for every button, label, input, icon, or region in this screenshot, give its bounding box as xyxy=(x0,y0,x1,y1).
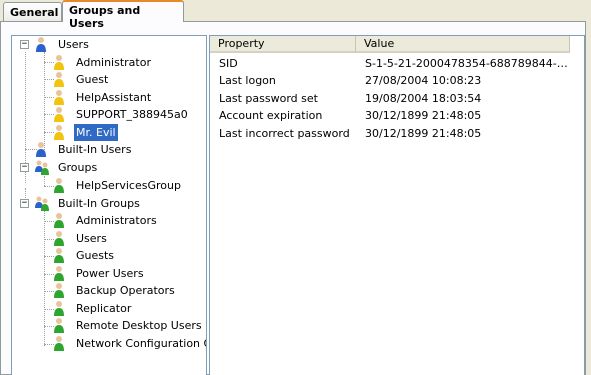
column-header-property[interactable]: Property xyxy=(210,36,356,53)
tree-label: HelpAssistant xyxy=(76,91,152,104)
user-green-icon xyxy=(54,178,64,193)
property-row[interactable]: SID S-1-5-21-2000478354-688789844-1708… xyxy=(210,55,570,72)
tree-label: Built-In Users xyxy=(58,143,132,156)
tree-label: HelpServicesGroup xyxy=(76,179,181,192)
property-value: 27/08/2004 10:08:23 xyxy=(365,74,482,87)
tree-label: Guest xyxy=(76,73,109,86)
tree-label: Groups xyxy=(58,161,98,174)
tree-label: Built-In Groups xyxy=(58,197,140,210)
user-green-icon xyxy=(54,283,64,298)
property-row[interactable]: Last logon 27/08/2004 10:08:23 xyxy=(210,72,570,89)
property-value: 30/12/1899 21:48:05 xyxy=(365,127,482,140)
users-groups-tree[interactable]: − − − Users Administrator Guest HelpAssi… xyxy=(11,35,207,375)
tree-label: Administrator xyxy=(76,56,151,69)
user-green-icon xyxy=(54,231,64,246)
group-icon xyxy=(35,196,49,211)
tree-label: Guests xyxy=(76,249,115,262)
property-key: Last password set xyxy=(219,92,318,105)
user-yellow-icon xyxy=(54,125,64,140)
tab-general[interactable]: General xyxy=(3,2,62,22)
user-yellow-icon xyxy=(54,90,64,105)
tree-label: Remote Desktop Users xyxy=(76,319,202,332)
tree-label: Administrators xyxy=(76,214,157,227)
tab-strip: General Groups and Users xyxy=(0,0,591,30)
tree-label: SUPPORT_388945a0 xyxy=(76,108,188,121)
property-row[interactable]: Last password set 19/08/2004 18:03:54 xyxy=(210,90,570,107)
user-green-icon xyxy=(54,301,64,316)
tree-label: Mr. Evil xyxy=(74,124,118,141)
tab-panel: − − − Users Administrator Guest HelpAssi… xyxy=(0,21,586,375)
property-key: Last logon xyxy=(219,74,276,87)
user-yellow-icon xyxy=(54,107,64,122)
property-key: Last incorrect password xyxy=(219,127,350,140)
collapse-users-icon[interactable]: − xyxy=(20,40,29,49)
user-green-icon xyxy=(54,213,64,228)
property-key: SID xyxy=(219,57,238,70)
tree-label: Power Users xyxy=(76,267,144,280)
user-blue-icon xyxy=(36,37,46,52)
user-yellow-icon xyxy=(54,55,64,70)
property-row[interactable]: Account expiration 30/12/1899 21:48:05 xyxy=(210,107,570,124)
group-icon xyxy=(35,160,49,175)
tree-label: Users xyxy=(58,38,89,51)
collapse-groups-icon[interactable]: − xyxy=(20,163,29,172)
property-value: 19/08/2004 18:03:54 xyxy=(365,92,482,105)
property-value: 30/12/1899 21:48:05 xyxy=(365,109,482,122)
properties-list[interactable]: Property Value SID S-1-5-21-2000478354-6… xyxy=(209,35,585,375)
tree-label: Network Configuration Ope xyxy=(76,337,206,350)
user-green-icon xyxy=(54,248,64,263)
property-key: Account expiration xyxy=(219,109,323,122)
property-row[interactable]: Last incorrect password 30/12/1899 21:48… xyxy=(210,125,570,142)
column-header-value[interactable]: Value xyxy=(356,36,570,53)
tab-groups-and-users[interactable]: Groups and Users xyxy=(62,0,184,30)
property-value: S-1-5-21-2000478354-688789844-1708… xyxy=(365,57,570,70)
tree-label: Backup Operators xyxy=(76,284,175,297)
user-green-icon xyxy=(54,266,64,281)
user-green-icon xyxy=(54,336,64,351)
user-blue-icon xyxy=(36,142,46,157)
collapse-builtin-groups-icon[interactable]: − xyxy=(20,199,29,208)
user-green-icon xyxy=(54,318,64,333)
tree-label: Replicator xyxy=(76,302,132,315)
user-yellow-icon xyxy=(54,72,64,87)
tree-label: Users xyxy=(76,232,107,245)
